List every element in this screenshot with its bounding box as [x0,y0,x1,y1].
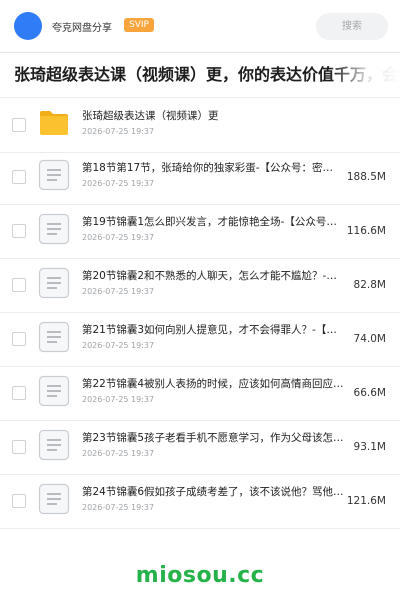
file-size: 93.1M [353,441,386,453]
search-input[interactable]: 搜索 [316,13,388,40]
file-name[interactable]: 第23节锦囊5孩子老看手机不愿意学习，作为父母该怎… [82,431,346,445]
document-icon [38,429,70,461]
file-name[interactable]: 第22节锦囊4被别人表扬的时候，应该如何高情商回应… [82,377,346,391]
list-item[interactable]: 第21节锦囊3如何向别人提意见，才不会得罪人？-【… 2026-07-25 19… [0,312,400,367]
document-icon [38,267,70,299]
file-date: 2026-07-25 19:37 [82,287,155,296]
file-date: 2026-07-25 19:37 [82,127,155,136]
app-header: 夸克网盘分享 SVIP 搜索 [0,0,400,53]
file-date: 2026-07-25 19:37 [82,179,155,188]
document-icon [38,375,70,407]
file-date: 2026-07-25 19:37 [82,449,155,458]
document-icon [38,213,70,245]
file-size: 82.8M [353,279,386,291]
list-item-folder[interactable]: 张琦超级表达课（视频课）更 2026-07-25 19:37 [0,98,400,153]
title-fade [330,53,400,97]
svip-badge: SVIP [124,18,154,32]
file-name[interactable]: 第24节锦囊6假如孩子成绩考差了，该不该说他？骂他… [82,485,346,499]
row-checkbox[interactable] [12,278,26,292]
row-checkbox[interactable] [12,118,26,132]
list-item[interactable]: 第19节锦囊1怎么即兴发言，才能惊艳全场-【公众号… 2026-07-25 19… [0,204,400,259]
file-date: 2026-07-25 19:37 [82,395,155,404]
document-icon [38,159,70,191]
file-name[interactable]: 第19节锦囊1怎么即兴发言，才能惊艳全场-【公众号… [82,215,346,229]
file-size: 188.5M [346,171,386,183]
title-bar: 张琦超级表达课（视频课）更，你的表达价值千万，会说话 [0,53,400,98]
row-checkbox[interactable] [12,386,26,400]
row-checkbox[interactable] [12,494,26,508]
file-size: 66.6M [353,387,386,399]
file-size: 74.0M [353,333,386,345]
app-name: 夸克网盘分享 [52,23,112,34]
folder-icon [38,107,70,139]
document-icon [38,483,70,515]
file-size: 116.6M [346,225,386,237]
file-date: 2026-07-25 19:37 [82,503,155,512]
list-item[interactable]: 第20节锦囊2和不熟悉的人聊天，怎么才能不尴尬？-… 2026-07-25 19… [0,258,400,313]
file-name[interactable]: 张琦超级表达课（视频课）更 [82,109,382,123]
row-checkbox[interactable] [12,224,26,238]
row-checkbox[interactable] [12,332,26,346]
list-item[interactable]: 第22节锦囊4被别人表扬的时候，应该如何高情商回应… 2026-07-25 19… [0,366,400,421]
avatar[interactable] [14,12,42,40]
list-item[interactable]: 第24节锦囊6假如孩子成绩考差了，该不该说他？骂他… 2026-07-25 19… [0,474,400,529]
file-name[interactable]: 第20节锦囊2和不熟悉的人聊天，怎么才能不尴尬？-… [82,269,346,283]
document-icon [38,321,70,353]
row-checkbox[interactable] [12,440,26,454]
file-size: 121.6M [346,495,386,507]
row-checkbox[interactable] [12,170,26,184]
list-item[interactable]: 第18节第17节，张琦给你的独家彩蛋-【公众号：密… 2026-07-25 19… [0,150,400,205]
file-name[interactable]: 第21节锦囊3如何向别人提意见，才不会得罪人？-【… [82,323,346,337]
list-item[interactable]: 第23节锦囊5孩子老看手机不愿意学习，作为父母该怎… 2026-07-25 19… [0,420,400,475]
file-name[interactable]: 第18节第17节，张琦给你的独家彩蛋-【公众号：密… [82,161,346,175]
file-date: 2026-07-25 19:37 [82,341,155,350]
site-watermark: miosou.cc [135,563,265,588]
file-date: 2026-07-25 19:37 [82,233,155,242]
